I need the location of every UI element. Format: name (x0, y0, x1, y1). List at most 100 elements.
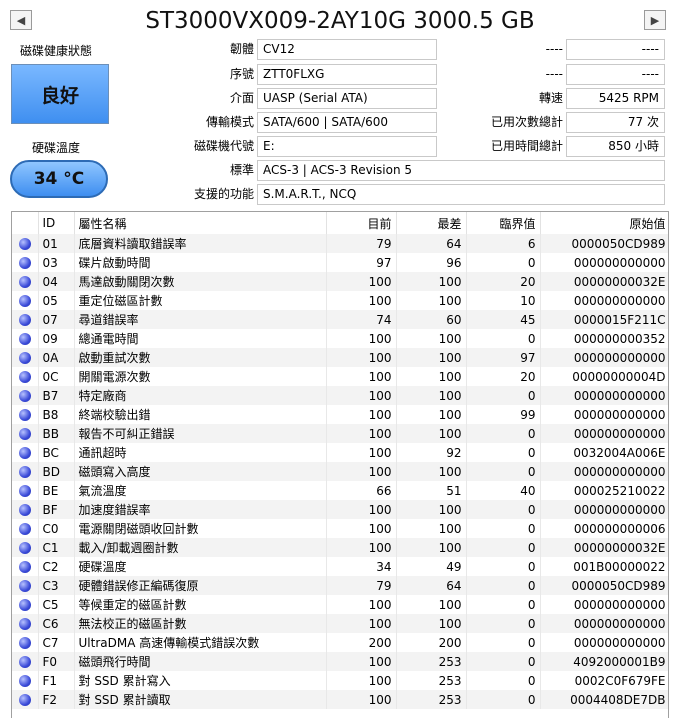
column-header-attribute[interactable]: 屬性名稱 (74, 212, 327, 234)
cell-raw: 000025210022 (540, 481, 668, 500)
cell-raw: 4092000001B9 (540, 652, 668, 671)
cell-current: 100 (326, 519, 397, 538)
cell-threshold: 0 (466, 500, 541, 519)
table-row[interactable]: C5 等候重定的磁區計數 100 100 0 000000000000 (12, 595, 668, 614)
features-label: 支援的功能 (193, 187, 254, 201)
cell-id: 09 (38, 329, 75, 348)
table-row[interactable]: C0 電源關閉磁頭收回計數 100 100 0 000000000006 (12, 519, 668, 538)
table-row[interactable]: C2 硬碟溫度 34 49 0 001B00000022 (12, 557, 668, 576)
status-dot-icon (18, 333, 31, 345)
cell-current: 100 (326, 690, 397, 709)
cell-current: 79 (326, 234, 397, 253)
table-row[interactable]: 04 馬達啟動關閉次數 100 100 20 00000000032E (12, 272, 668, 291)
table-row[interactable]: 03 碟片啟動時間 97 96 0 000000000000 (12, 253, 668, 272)
cell-worst: 100 (396, 519, 467, 538)
table-row[interactable]: BB 報告不可糾正錯誤 100 100 0 000000000000 (12, 424, 668, 443)
cell-current: 100 (326, 538, 397, 557)
table-row[interactable]: 01 底層資料讀取錯誤率 79 64 6 0000050CD989 (12, 234, 668, 253)
table-row[interactable]: BD 磁頭寫入高度 100 100 0 000000000000 (12, 462, 668, 481)
table-row[interactable]: BC 通訊超時 100 92 0 0032004A006E (12, 443, 668, 462)
status-dot-icon (18, 637, 31, 649)
table-row[interactable]: B7 特定廠商 100 100 0 000000000000 (12, 386, 668, 405)
cell-threshold: 0 (466, 576, 541, 595)
table-row[interactable]: 0C 開關電源次數 100 100 20 00000000004D (12, 367, 668, 386)
cell-id: BE (38, 481, 75, 500)
status-dot-icon (18, 523, 31, 535)
cell-id: 05 (38, 291, 75, 310)
cell-worst: 100 (396, 538, 467, 557)
column-header-raw[interactable]: 原始值 (540, 212, 668, 234)
cell-id: 07 (38, 310, 75, 329)
table-row[interactable]: C3 硬體錯誤修正編碼復原 79 64 0 0000050CD989 (12, 576, 668, 595)
cell-current: 100 (326, 614, 397, 633)
column-header-id[interactable]: ID (38, 212, 75, 234)
column-header-current[interactable]: 目前 (326, 212, 397, 234)
smart-attributes-table[interactable]: ID 屬性名稱 目前 最差 臨界值 原始值 01 底層資料讀取錯誤率 79 64 6 00… (11, 211, 669, 718)
status-cell (12, 329, 39, 348)
table-row[interactable]: 09 總通電時間 100 100 0 000000000352 (12, 329, 668, 348)
status-dot-icon (18, 580, 31, 592)
cell-id: BF (38, 500, 75, 519)
cell-id: 01 (38, 234, 75, 253)
status-dot-icon (18, 466, 31, 478)
cell-worst: 100 (396, 405, 467, 424)
firmware-label: 韌體 (229, 42, 254, 56)
cell-worst: 100 (396, 462, 467, 481)
previous-disk-button[interactable]: ◀ (10, 10, 32, 30)
cell-worst: 100 (396, 500, 467, 519)
cell-worst: 100 (396, 272, 467, 291)
status-dot-icon (18, 295, 31, 307)
cell-current: 100 (326, 424, 397, 443)
status-cell (12, 253, 39, 272)
status-cell (12, 443, 39, 462)
table-row[interactable]: C1 載入/卸載週圈計數 100 100 0 00000000032E (12, 538, 668, 557)
cell-attribute: 對 SSD 累計讀取 (74, 690, 327, 709)
serial-field: ZTT0FLXG (257, 64, 437, 85)
transfer-mode-field: SATA/600 | SATA/600 (257, 112, 437, 133)
cell-threshold: 0 (466, 424, 541, 443)
cell-raw: 001B00000022 (540, 557, 668, 576)
cell-threshold: 0 (466, 386, 541, 405)
table-row[interactable]: F1 對 SSD 累計寫入 100 253 0 0002C0F679FE (12, 671, 668, 690)
cell-raw: 000000000000 (540, 348, 668, 367)
status-dot-icon (18, 618, 31, 630)
cell-worst: 92 (396, 443, 467, 462)
cell-id: 0C (38, 367, 75, 386)
table-header-row: ID 屬性名稱 目前 最差 臨界值 原始值 (12, 212, 668, 234)
cell-current: 79 (326, 576, 397, 595)
cell-worst: 100 (396, 367, 467, 386)
next-disk-button[interactable]: ▶ (644, 10, 666, 30)
cell-worst: 253 (396, 652, 467, 671)
cell-id: C5 (38, 595, 75, 614)
status-dot-icon (18, 257, 31, 269)
features-field: S.M.A.R.T., NCQ (257, 184, 665, 205)
cell-id: C1 (38, 538, 75, 557)
table-row[interactable]: BE 氣流溫度 66 51 40 000025210022 (12, 481, 668, 500)
cell-raw: 0002C0F679FE (540, 671, 668, 690)
table-row[interactable]: 07 尋道錯誤率 74 60 45 0000015F211C (12, 310, 668, 329)
table-row[interactable]: 05 重定位磁區計數 100 100 10 000000000000 (12, 291, 668, 310)
column-header-threshold[interactable]: 臨界值 (466, 212, 541, 234)
cell-attribute: 磁頭飛行時間 (74, 652, 327, 671)
table-row[interactable]: C7 UltraDMA 高速傳輸模式錯誤次數 200 200 0 000000000000 (12, 633, 668, 652)
column-header-status[interactable] (12, 212, 39, 234)
table-row[interactable]: F2 對 SSD 累計讀取 100 253 0 0004408DE7DB (12, 690, 668, 709)
table-row[interactable]: B8 終端校驗出錯 100 100 99 000000000000 (12, 405, 668, 424)
power-on-count-field: 77 次 (566, 112, 665, 133)
cell-threshold: 6 (466, 234, 541, 253)
interface-label: 介面 (229, 91, 254, 105)
column-header-worst[interactable]: 最差 (396, 212, 467, 234)
cell-id: B8 (38, 405, 75, 424)
status-dot-icon (18, 390, 31, 402)
health-status-badge[interactable]: 良好 (11, 64, 109, 124)
table-row[interactable]: F0 磁頭飛行時間 100 253 0 4092000001B9 (12, 652, 668, 671)
temperature-badge[interactable]: 34 °C (10, 160, 108, 198)
table-row[interactable]: 0A 啟動重試次數 100 100 97 000000000000 (12, 348, 668, 367)
table-row[interactable]: C6 無法校正的磁區計數 100 100 0 000000000000 (12, 614, 668, 633)
status-cell (12, 367, 39, 386)
cell-threshold: 0 (466, 253, 541, 272)
table-row[interactable]: BF 加速度錯誤率 100 100 0 000000000000 (12, 500, 668, 519)
status-dot-icon (18, 561, 31, 573)
cell-attribute: 硬體錯誤修正編碼復原 (74, 576, 327, 595)
drive-letter-field: E: (257, 136, 437, 157)
